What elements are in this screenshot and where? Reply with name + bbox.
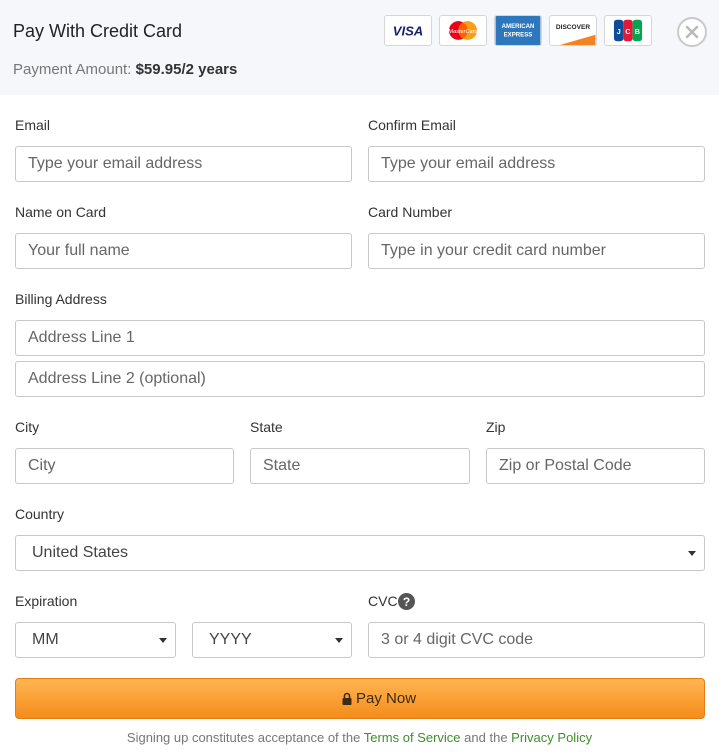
- svg-text:DISCOVER: DISCOVER: [556, 24, 590, 31]
- svg-text:?: ?: [403, 595, 410, 609]
- svg-text:B: B: [635, 27, 641, 36]
- country-select[interactable]: United States: [15, 535, 705, 571]
- pay-now-button[interactable]: Pay Now: [15, 678, 705, 719]
- chevron-down-icon: [688, 551, 696, 556]
- card-number-label: Card Number: [368, 204, 453, 220]
- name-on-card-label: Name on Card: [15, 204, 107, 220]
- lock-icon: [342, 692, 352, 705]
- chevron-down-icon: [335, 638, 343, 643]
- payment-amount: Payment Amount: $59.95/2 years: [13, 61, 237, 78]
- zip-label: Zip: [486, 419, 506, 435]
- jcb-card-icon: JCB: [604, 15, 652, 46]
- expiration-label: Expiration: [15, 593, 78, 609]
- help-icon[interactable]: ?: [398, 593, 415, 610]
- discover-card-icon: DISCOVER: [549, 15, 597, 46]
- mastercard-card-icon: MasterCard: [439, 15, 487, 46]
- terms-prefix: Signing up constitutes acceptance of the: [126, 730, 361, 745]
- address-line-1-input[interactable]: [15, 320, 705, 356]
- close-button[interactable]: [677, 17, 707, 47]
- close-icon: [685, 25, 699, 39]
- billing-address-label: Billing Address: [15, 291, 107, 307]
- pay-now-label: Pay Now: [356, 690, 417, 707]
- terms-notice: Signing up constitutes acceptance of the…: [0, 730, 719, 745]
- payment-amount-label: Payment Amount:: [13, 61, 132, 78]
- amex-card-icon: AMERICAN EXPRESS: [494, 15, 542, 46]
- svg-text:C: C: [625, 27, 631, 36]
- svg-text:MasterCard: MasterCard: [448, 29, 478, 35]
- expiration-month-select[interactable]: MM: [15, 622, 176, 658]
- city-label: City: [15, 419, 40, 435]
- cvc-input[interactable]: [368, 622, 705, 658]
- svg-text:EXPRESS: EXPRESS: [504, 32, 533, 39]
- state-input[interactable]: [250, 448, 470, 484]
- svg-text:J: J: [617, 27, 621, 36]
- card-number-input[interactable]: [368, 233, 705, 269]
- email-input[interactable]: [15, 146, 352, 182]
- address-line-2-input[interactable]: [15, 361, 705, 397]
- payment-header: Pay With Credit Card Payment Amount: $59…: [0, 0, 719, 95]
- expiration-year-select[interactable]: YYYY: [192, 622, 352, 658]
- privacy-policy-link[interactable]: Privacy Policy: [511, 730, 592, 745]
- terms-middle: and the: [464, 730, 508, 745]
- confirm-email-label: Confirm Email: [368, 117, 456, 133]
- country-selected-value: United States: [32, 544, 129, 561]
- name-on-card-input[interactable]: [15, 233, 352, 269]
- state-label: State: [250, 419, 283, 435]
- email-label: Email: [15, 117, 51, 133]
- zip-input[interactable]: [486, 448, 705, 484]
- city-input[interactable]: [15, 448, 234, 484]
- page-title: Pay With Credit Card: [13, 21, 183, 41]
- country-label: Country: [15, 506, 65, 522]
- expiration-year-value: YYYY: [209, 631, 252, 648]
- confirm-email-input[interactable]: [368, 146, 705, 182]
- cvc-label: CVC: [368, 593, 398, 609]
- expiration-month-value: MM: [32, 631, 59, 648]
- chevron-down-icon: [159, 638, 167, 643]
- svg-text:AMERICAN: AMERICAN: [502, 23, 535, 30]
- visa-card-icon: VISA: [384, 15, 432, 46]
- terms-of-service-link[interactable]: Terms of Service: [364, 730, 461, 745]
- payment-amount-value: $59.95/2 years: [135, 61, 238, 78]
- svg-text:VISA: VISA: [393, 24, 424, 39]
